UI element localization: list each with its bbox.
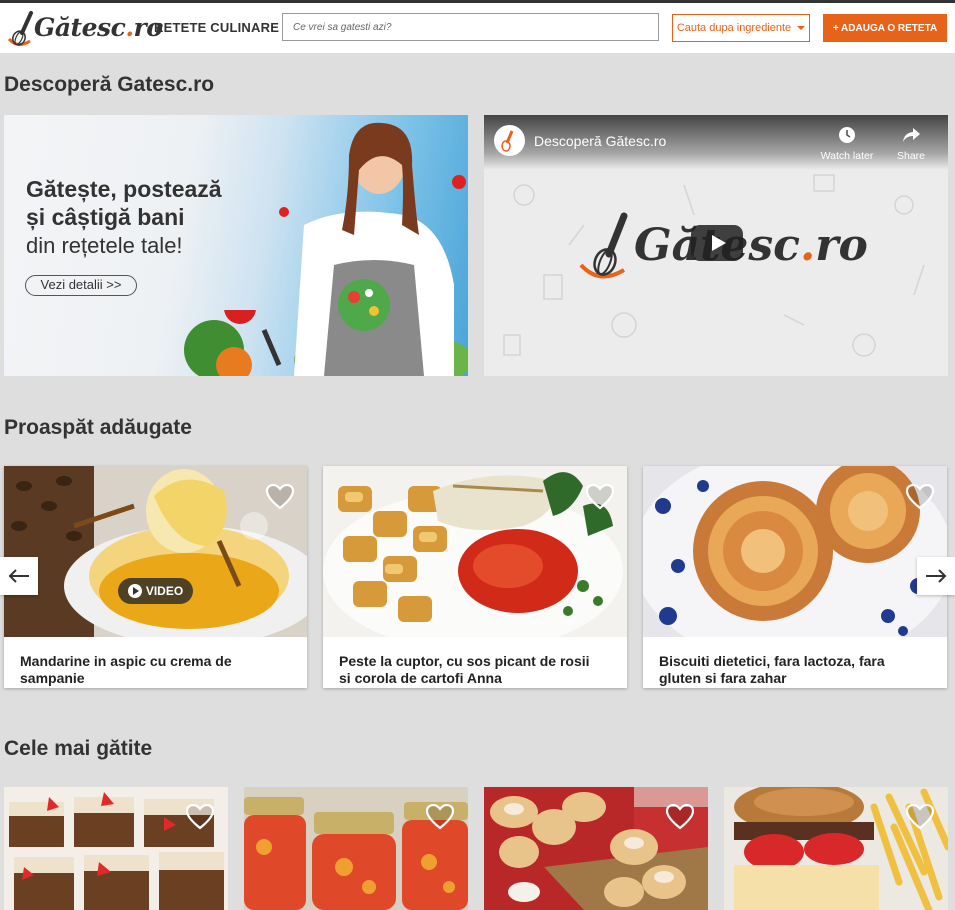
whisk-logo-icon bbox=[579, 212, 628, 279]
recipe-tile[interactable] bbox=[244, 787, 468, 910]
favorite-heart-icon[interactable] bbox=[586, 484, 614, 510]
recipe-image bbox=[4, 466, 307, 637]
fresh-heading: Proaspăt adăugate bbox=[4, 416, 192, 439]
whisk-channel-icon bbox=[501, 130, 514, 152]
play-button[interactable] bbox=[691, 225, 743, 261]
recipe-tile[interactable] bbox=[484, 787, 708, 910]
recipe-card[interactable]: Peste la cuptor, cu sos picant de rosii … bbox=[323, 466, 627, 688]
video-badge: VIDEO bbox=[118, 578, 193, 604]
favorite-heart-icon[interactable] bbox=[426, 804, 454, 830]
ingredients-button-label: Cauta dupa ingrediente bbox=[676, 22, 792, 34]
favorite-heart-icon[interactable] bbox=[186, 804, 214, 830]
favorite-heart-icon[interactable] bbox=[906, 484, 934, 510]
arrow-right-icon bbox=[926, 569, 947, 583]
video-logo-text: Gătesc.ro bbox=[634, 220, 868, 271]
nav-recipes-dropdown[interactable]: RETETE CULINARE bbox=[154, 20, 292, 35]
banner-headline: Gătește, postează și câștigă bani bbox=[26, 176, 222, 230]
recipe-title[interactable]: Mandarine in aspic cu crema de sampanie bbox=[20, 653, 285, 687]
add-recipe-button[interactable]: + ADAUGA O RETETA bbox=[823, 14, 947, 42]
caret-down-icon bbox=[797, 26, 806, 30]
recipe-tile[interactable] bbox=[4, 787, 228, 910]
recipe-image bbox=[643, 466, 947, 637]
discover-heading: Descoperă Gatesc.ro bbox=[4, 73, 215, 96]
favorite-heart-icon[interactable] bbox=[266, 484, 294, 510]
watch-later-button[interactable]: Watch later bbox=[817, 125, 877, 162]
add-recipe-label: + ADAUGA O RETETA bbox=[832, 22, 938, 34]
carousel-prev-button[interactable] bbox=[0, 557, 38, 595]
recipe-card[interactable]: VIDEO Mandarine in aspic cu crema de sam… bbox=[4, 466, 307, 688]
share-label: Share bbox=[896, 150, 926, 162]
carousel-next-button[interactable] bbox=[917, 557, 955, 595]
most-cooked-heading: Cele mai gătite bbox=[4, 737, 153, 760]
share-arrow-icon bbox=[903, 128, 920, 142]
watch-later-label: Watch later bbox=[820, 150, 874, 162]
share-button[interactable]: Share bbox=[881, 125, 941, 162]
search-input[interactable] bbox=[282, 13, 659, 41]
favorite-heart-icon[interactable] bbox=[666, 804, 694, 830]
site-logo[interactable]: Gătesc.ro bbox=[4, 9, 163, 49]
search-by-ingredients-button[interactable]: Cauta dupa ingrediente bbox=[672, 14, 810, 42]
nav-recipes-label: RETETE CULINARE bbox=[154, 20, 280, 35]
favorite-heart-icon[interactable] bbox=[906, 804, 934, 830]
logo-text: Gătesc.ro bbox=[34, 13, 163, 42]
promo-banner[interactable]: Gătește, postează și câștigă bani din re… bbox=[4, 115, 468, 376]
recipe-image bbox=[323, 466, 627, 637]
banner-subline: din rețetele tale! bbox=[26, 233, 183, 258]
recipe-tile[interactable] bbox=[724, 787, 948, 910]
recipe-card[interactable]: Biscuiti dietetici, fara lactoza, fara g… bbox=[643, 466, 947, 688]
site-header: Gătesc.ro RETETE CULINARE Cauta dupa ing… bbox=[0, 3, 955, 53]
video-badge-label: VIDEO bbox=[145, 584, 184, 598]
recipe-title[interactable]: Biscuiti dietetici, fara lactoza, fara g… bbox=[659, 653, 924, 687]
intro-video-player[interactable]: Descoperă Gătesc.ro Watch later Share Gă… bbox=[484, 115, 948, 376]
video-title[interactable]: Descoperă Gătesc.ro bbox=[534, 133, 666, 149]
recipe-title[interactable]: Peste la cuptor, cu sos picant de rosii … bbox=[339, 653, 604, 687]
arrow-left-icon bbox=[8, 569, 29, 583]
vegetables-image bbox=[184, 310, 282, 376]
play-circle-icon bbox=[127, 584, 142, 598]
channel-avatar[interactable] bbox=[494, 125, 525, 156]
clock-icon bbox=[839, 127, 855, 143]
banner-details-button[interactable]: Vezi detalii >> bbox=[25, 275, 137, 296]
